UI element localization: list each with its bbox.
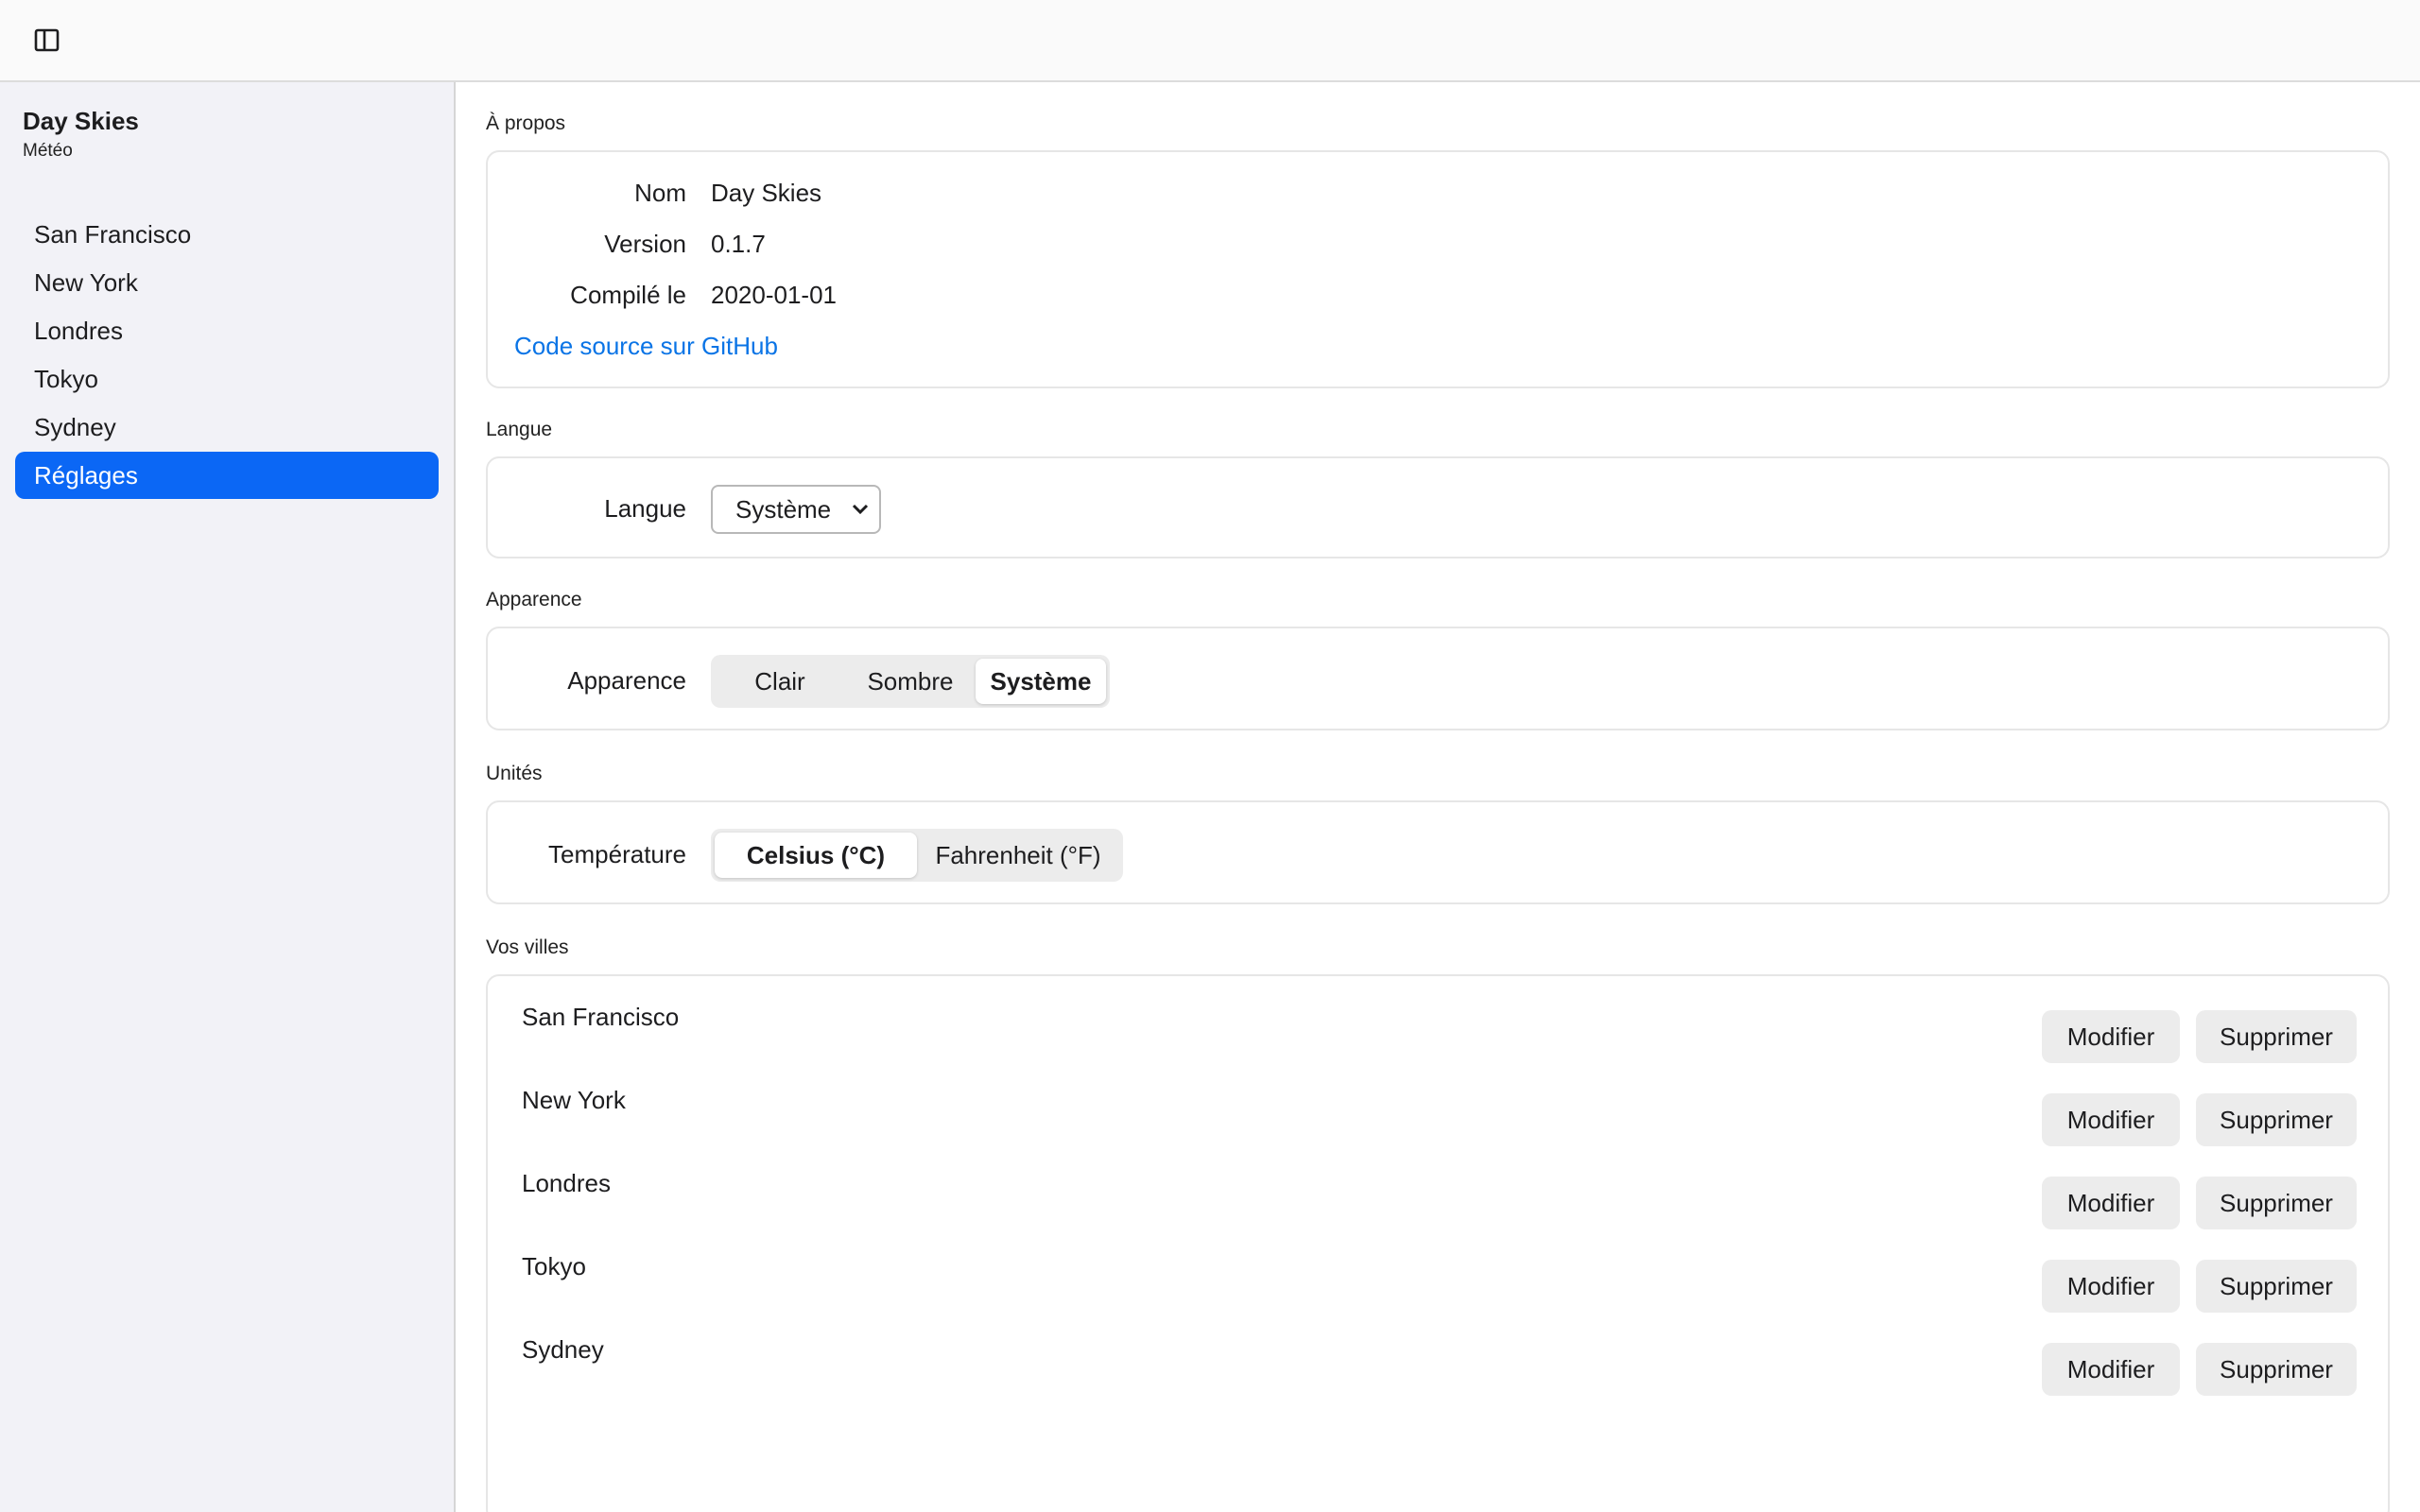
cities-card: San Francisco Modifier Supprimer New Yor…	[486, 974, 2390, 1512]
appearance-card: Apparence Clair Sombre Système	[486, 627, 2390, 730]
edit-button[interactable]: Modifier	[2042, 1177, 2180, 1229]
list-item: New York Modifier Supprimer	[488, 1086, 2388, 1169]
temperature-label: Température	[548, 840, 686, 868]
app-title: Day Skies	[23, 107, 139, 135]
top-toolbar	[0, 0, 2420, 82]
sidebar-item-londres[interactable]: Londres	[15, 307, 439, 354]
app-subtitle: Météo	[23, 141, 73, 161]
sidebar-item-sydney[interactable]: Sydney	[15, 404, 439, 451]
section-label-about: À propos	[486, 112, 566, 134]
edit-button[interactable]: Modifier	[2042, 1260, 2180, 1313]
delete-button[interactable]: Supprimer	[2196, 1177, 2357, 1229]
github-source-link[interactable]: Code source sur GitHub	[514, 332, 778, 361]
list-item: Londres Modifier Supprimer	[488, 1169, 2388, 1252]
section-label-appearance: Apparence	[486, 589, 582, 610]
language-card: Langue Système	[486, 456, 2390, 558]
appearance-segmented-control: Clair Sombre Système	[711, 655, 1110, 708]
list-item: Tokyo Modifier Supprimer	[488, 1252, 2388, 1335]
appearance-option-system[interactable]: Système	[976, 659, 1106, 704]
temperature-segmented-control: Celsius (°C) Fahrenheit (°F)	[711, 829, 1123, 882]
section-label-cities: Vos villes	[486, 936, 569, 958]
chevron-down-icon	[851, 487, 870, 548]
sidebar-toggle-icon[interactable]	[34, 28, 62, 53]
section-label-units: Unités	[486, 763, 543, 784]
sidebar-item-tokyo[interactable]: Tokyo	[15, 355, 439, 403]
delete-button[interactable]: Supprimer	[2196, 1343, 2357, 1396]
city-name: New York	[522, 1086, 626, 1114]
section-label-language: Langue	[486, 419, 553, 440]
sidebar-item-san-francisco[interactable]: San Francisco	[15, 211, 439, 258]
city-name: Sydney	[522, 1335, 604, 1364]
city-name: San Francisco	[522, 1003, 680, 1031]
language-select[interactable]: Système	[711, 485, 881, 534]
compiled-value: 2020-01-01	[711, 281, 837, 309]
edit-button[interactable]: Modifier	[2042, 1343, 2180, 1396]
language-select-value: Système	[735, 495, 832, 524]
settings-panel: À propos Nom Day Skies Version 0.1.7 Com…	[458, 84, 2420, 1512]
appearance-label: Apparence	[567, 666, 686, 695]
unit-option-fahrenheit[interactable]: Fahrenheit (°F)	[917, 833, 1119, 878]
city-name: Londres	[522, 1169, 611, 1197]
city-name: Tokyo	[522, 1252, 586, 1280]
delete-button[interactable]: Supprimer	[2196, 1010, 2357, 1063]
sidebar-item-settings[interactable]: Réglages	[15, 452, 439, 499]
edit-button[interactable]: Modifier	[2042, 1010, 2180, 1063]
name-label: Nom	[634, 179, 686, 207]
appearance-option-light[interactable]: Clair	[715, 659, 845, 704]
units-card: Température Celsius (°C) Fahrenheit (°F)	[486, 800, 2390, 904]
about-card: Nom Day Skies Version 0.1.7 Compilé le 2…	[486, 150, 2390, 388]
version-label: Version	[604, 230, 686, 258]
edit-button[interactable]: Modifier	[2042, 1093, 2180, 1146]
delete-button[interactable]: Supprimer	[2196, 1093, 2357, 1146]
sidebar-nav: San Francisco New York Londres Tokyo Syd…	[15, 211, 439, 500]
list-item: San Francisco Modifier Supprimer	[488, 1003, 2388, 1086]
list-item: Sydney Modifier Supprimer	[488, 1335, 2388, 1418]
delete-button[interactable]: Supprimer	[2196, 1260, 2357, 1313]
version-value: 0.1.7	[711, 230, 766, 258]
compiled-label: Compilé le	[570, 281, 686, 309]
sidebar-item-new-york[interactable]: New York	[15, 259, 439, 306]
sidebar: Day Skies Météo San Francisco New York L…	[0, 82, 456, 1512]
name-value: Day Skies	[711, 179, 822, 207]
appearance-option-dark[interactable]: Sombre	[845, 659, 976, 704]
language-label: Langue	[604, 494, 686, 523]
unit-option-celsius[interactable]: Celsius (°C)	[715, 833, 917, 878]
